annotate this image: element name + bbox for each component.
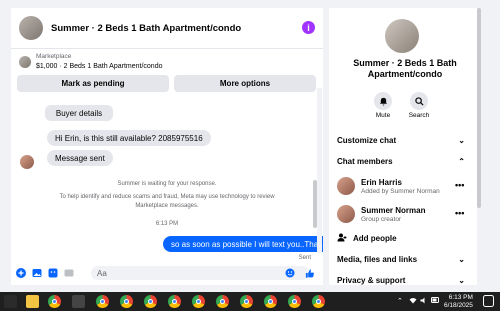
bell-icon	[374, 92, 392, 110]
clock-time: 6:13 PM	[448, 294, 473, 301]
message-scrollbar-thumb[interactable]	[313, 180, 317, 228]
more-options-button[interactable]: More options	[174, 75, 316, 92]
customize-chat-label: Customize chat	[337, 136, 397, 145]
chrome-icon[interactable]	[96, 295, 109, 308]
info-scrollbar[interactable]	[477, 8, 481, 285]
chevron-down-icon: ⌄	[458, 136, 465, 145]
message-list: Buyer details Hi Erin, is this still ava…	[11, 96, 323, 261]
member-row[interactable]: Summer Norman Group creator •••	[337, 205, 467, 225]
member-name: Erin Harris	[361, 178, 402, 187]
app-icon[interactable]	[72, 295, 85, 308]
chrome-icon[interactable]	[120, 295, 133, 308]
notification-icon[interactable]	[483, 295, 494, 309]
chevron-up-icon: ⌃	[458, 157, 465, 166]
volume-icon[interactable]	[420, 297, 428, 306]
chat-panel: Summer · 2 Beds 1 Bath Apartment/condo i…	[11, 8, 323, 285]
message-sent-bubble: Message sent	[47, 150, 113, 166]
chrome-icon[interactable]	[312, 295, 325, 308]
conversation-info-panel: Summer · 2 Beds 1 Bath Apartment/condo M…	[329, 8, 481, 285]
message-bubble-incoming: Hi Erin, is this still available? 208597…	[47, 130, 211, 146]
member-row[interactable]: Erin Harris Added by Summer Norman •••	[337, 177, 467, 197]
mark-as-pending-button[interactable]: Mark as pending	[17, 75, 169, 92]
search-icon	[410, 92, 428, 110]
clock-date: 6/18/2025	[444, 302, 473, 309]
sender-avatar[interactable]	[20, 155, 34, 169]
composer: Aa	[11, 261, 323, 285]
member-role: Added by Summer Norman	[361, 188, 440, 195]
chevron-down-icon: ⌄	[458, 276, 465, 285]
media-files-links-section[interactable]: Media, files and links ⌄	[337, 255, 465, 264]
marketplace-item[interactable]: $1,000 · 2 Beds 1 Bath Apartment/condo	[36, 63, 162, 70]
media-files-links-label: Media, files and links	[337, 255, 418, 264]
avatar[interactable]	[337, 177, 355, 195]
chat-title[interactable]: Summer · 2 Beds 1 Bath Apartment/condo	[51, 23, 241, 34]
listing-thumbnail[interactable]	[19, 16, 43, 40]
search-action[interactable]: Search	[399, 92, 439, 119]
chrome-icon[interactable]	[264, 295, 277, 308]
marketplace-card: Marketplace $1,000 · 2 Beds 1 Bath Apart…	[11, 49, 323, 95]
message-scrollbar[interactable]	[317, 88, 322, 253]
gif-icon[interactable]	[64, 268, 74, 278]
chrome-icon[interactable]	[168, 295, 181, 308]
more-icon[interactable]: •••	[455, 180, 464, 190]
member-name: Summer Norman	[361, 206, 426, 215]
chrome-icon[interactable]	[192, 295, 205, 308]
system-waiting-text: Summer is waiting for your response.	[117, 181, 217, 187]
listing-large-thumbnail[interactable]	[385, 19, 419, 53]
system-clock[interactable]: 6:13 PM 6/18/2025	[444, 294, 473, 310]
chrome-icon[interactable]	[240, 295, 253, 308]
listing-small-thumbnail[interactable]	[19, 56, 31, 68]
add-people-button[interactable]: Add people	[337, 233, 465, 244]
image-icon[interactable]	[32, 268, 42, 278]
buyer-details-button[interactable]: Buyer details	[45, 105, 113, 121]
message-bubble-outgoing: so as soon as possible I will text you..…	[163, 236, 323, 252]
more-icon[interactable]: •••	[455, 208, 464, 218]
file-explorer-icon[interactable]	[26, 295, 39, 308]
mute-label: Mute	[375, 112, 391, 119]
chrome-icon[interactable]	[144, 295, 157, 308]
chrome-icon[interactable]	[288, 295, 301, 308]
sticker-icon[interactable]	[48, 268, 58, 278]
info-icon[interactable]: i	[302, 21, 315, 34]
add-people-label: Add people	[353, 234, 397, 243]
chrome-icon[interactable]	[48, 295, 61, 308]
chrome-icon[interactable]	[216, 295, 229, 308]
chevron-down-icon: ⌄	[458, 255, 465, 264]
avatar[interactable]	[337, 205, 355, 223]
message-input[interactable]: Aa	[91, 266, 309, 280]
mute-action[interactable]: Mute	[363, 92, 403, 119]
chevron-up-icon[interactable]: ⌃	[397, 297, 403, 305]
chat-members-section[interactable]: Chat members ⌃	[337, 157, 465, 166]
windows-taskbar: ⌃ 6:13 PM 6/18/2025	[0, 292, 500, 311]
thumbs-up-icon[interactable]	[305, 268, 315, 278]
customize-chat-section[interactable]: Customize chat ⌄	[337, 136, 465, 145]
search-label: Search	[408, 112, 430, 119]
system-safety-text: To help identify and reduce scams and fr…	[59, 194, 275, 209]
wifi-icon[interactable]	[409, 297, 417, 306]
member-role: Group creator	[361, 216, 402, 223]
widgets-icon[interactable]	[4, 295, 17, 308]
add-person-icon	[337, 233, 347, 244]
privacy-support-label: Privacy & support	[337, 276, 406, 285]
battery-icon[interactable]	[431, 297, 440, 305]
marketplace-label: Marketplace	[36, 53, 72, 60]
privacy-support-section[interactable]: Privacy & support ⌄	[337, 276, 465, 285]
chat-members-label: Chat members	[337, 157, 393, 166]
message-timestamp: 6:13 PM	[155, 221, 179, 227]
emoji-icon[interactable]	[285, 268, 295, 278]
chat-header: Summer · 2 Beds 1 Bath Apartment/condo i	[11, 8, 323, 49]
plus-icon[interactable]	[16, 268, 26, 278]
info-scrollbar-thumb[interactable]	[477, 8, 481, 208]
info-title: Summer · 2 Beds 1 Bath Apartment/condo	[353, 58, 457, 79]
